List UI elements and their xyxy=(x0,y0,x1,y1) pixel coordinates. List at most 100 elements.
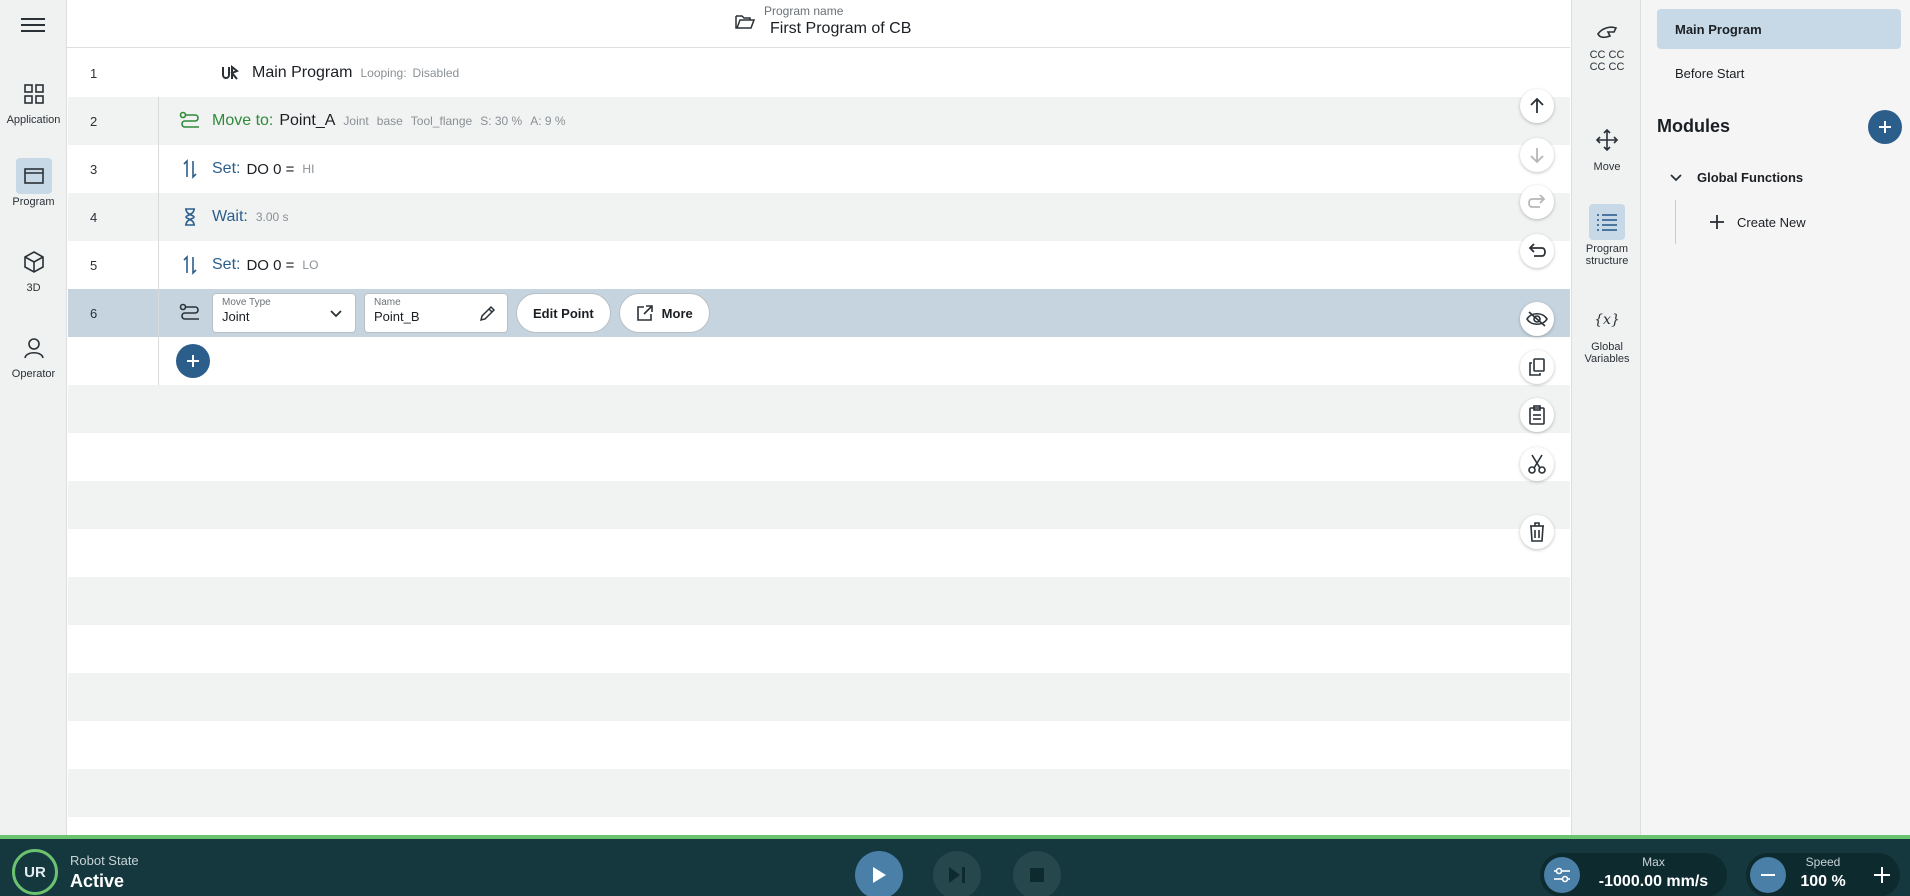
nav-3d[interactable]: 3D xyxy=(0,244,67,294)
program-row-move-b[interactable]: 6 Move Type Joint Name Point_B Edit Poin… xyxy=(68,289,1570,337)
toolbar-program-structure[interactable]: Program structure xyxy=(1572,204,1642,267)
more-label: More xyxy=(661,305,693,321)
empty-row xyxy=(68,673,1570,721)
program-row-set-lo[interactable]: 5 Set: DO 0 = LO xyxy=(68,241,1570,289)
more-button[interactable]: More xyxy=(618,293,710,333)
wait-keyword: Wait: xyxy=(212,208,248,225)
robot-state-value: Active xyxy=(70,871,125,891)
row-number: 5 xyxy=(90,257,98,273)
move-type-value: Joint xyxy=(222,309,250,324)
arrow-down-icon xyxy=(1530,148,1544,164)
speed-increase-button[interactable] xyxy=(1872,865,1892,890)
redo-button[interactable] xyxy=(1520,185,1554,219)
move-type-label: Move Type xyxy=(222,297,271,308)
empty-row xyxy=(68,769,1570,817)
toolbar-move-label: Move xyxy=(1593,161,1621,173)
max-label: Max xyxy=(1642,855,1665,869)
eye-off-icon xyxy=(1526,311,1548,327)
scissors-icon xyxy=(1528,454,1546,474)
stop-button[interactable] xyxy=(1013,851,1061,896)
global-functions-toggle[interactable]: Global Functions xyxy=(1669,170,1803,185)
ur-logo-icon[interactable]: UR xyxy=(12,849,58,895)
program-row-move-a[interactable]: 2 Move to: Point_A Joint base Tool_flang… xyxy=(68,97,1570,145)
move-up-button[interactable] xyxy=(1520,89,1554,123)
program-row-wait[interactable]: 4 Wait: 3.00 s xyxy=(68,193,1570,241)
program-title[interactable]: Program name First Program of CB xyxy=(764,4,911,38)
cube-icon xyxy=(16,244,52,280)
empty-row xyxy=(68,529,1570,577)
program-row-set-hi[interactable]: 3 Set: DO 0 = HI xyxy=(68,145,1570,193)
toolbar-freedrive-label: CC CC CC CC xyxy=(1589,49,1625,73)
undo-button[interactable] xyxy=(1520,234,1554,268)
speed-control[interactable]: Speed 100 % xyxy=(1746,853,1900,896)
folder-open-icon[interactable] xyxy=(735,12,756,35)
move-meta: S: 30 % xyxy=(480,114,523,128)
empty-row xyxy=(68,577,1570,625)
add-node-button[interactable] xyxy=(176,344,210,378)
paste-button[interactable] xyxy=(1520,398,1554,432)
move-meta: Tool_flange xyxy=(410,114,473,128)
ur-logo-icon xyxy=(218,61,242,85)
toolbar-freedrive[interactable]: CC CC CC CC xyxy=(1572,20,1642,73)
delete-button[interactable] xyxy=(1520,515,1554,549)
create-new-function[interactable]: Create New xyxy=(1709,214,1806,230)
empty-row xyxy=(68,433,1570,481)
redo-icon xyxy=(1528,194,1546,208)
empty-row xyxy=(68,385,1570,433)
row-number: 3 xyxy=(90,161,98,177)
set-keyword: Set: xyxy=(212,160,241,177)
step-button[interactable] xyxy=(933,851,981,896)
left-navigation: Application Program 3D Operator xyxy=(0,0,67,835)
program-row-main[interactable]: 1 Main Program Looping: Disabled xyxy=(68,49,1570,97)
undo-icon xyxy=(1528,243,1546,257)
suppress-button[interactable] xyxy=(1520,302,1554,336)
person-icon xyxy=(16,330,52,366)
external-link-icon xyxy=(636,304,654,322)
trash-icon xyxy=(1530,522,1544,542)
nav-operator[interactable]: Operator xyxy=(0,330,67,380)
empty-row xyxy=(68,817,1570,835)
set-target: DO 0 = xyxy=(246,160,295,178)
max-speed-control[interactable]: Max -1000.00 mm/s xyxy=(1540,853,1727,896)
nav-3d-label: 3D xyxy=(26,282,41,294)
arrow-up-icon xyxy=(1530,97,1544,113)
set-target: DO 0 = xyxy=(246,256,295,274)
looping-label: Looping: xyxy=(360,66,407,80)
hamburger-menu-icon[interactable] xyxy=(21,14,45,34)
max-value: -1000.00 mm/s xyxy=(1598,873,1709,890)
move-arrows-icon xyxy=(1589,122,1625,158)
nav-application[interactable]: Application xyxy=(0,76,67,126)
move-down-button[interactable] xyxy=(1520,138,1554,172)
list-icon xyxy=(1589,204,1625,240)
program-name: First Program of CB xyxy=(770,20,912,37)
stop-icon xyxy=(1030,868,1044,882)
play-button[interactable] xyxy=(855,851,903,896)
point-name-field[interactable]: Name Point_B xyxy=(364,293,508,333)
bottom-status-bar: UR Robot State Active Max -1000.00 mm/s … xyxy=(0,835,1910,896)
nav-program-label: Program xyxy=(12,196,55,208)
add-module-button[interactable] xyxy=(1868,110,1902,144)
edit-point-button[interactable]: Edit Point xyxy=(516,293,611,333)
cut-button[interactable] xyxy=(1520,447,1554,481)
copy-button[interactable] xyxy=(1520,350,1554,384)
empty-row xyxy=(68,481,1570,529)
move-meta: base xyxy=(376,114,403,128)
empty-row xyxy=(68,721,1570,769)
program-name-label: Program name xyxy=(764,4,844,18)
toolbar-move[interactable]: Move xyxy=(1572,122,1642,173)
set-value: HI xyxy=(302,162,315,176)
set-io-icon xyxy=(178,253,202,277)
nav-program[interactable]: Program xyxy=(0,158,67,208)
structure-before-start[interactable]: Before Start xyxy=(1657,53,1901,93)
structure-main-program[interactable]: Main Program xyxy=(1657,9,1901,49)
move-meta: A: 9 % xyxy=(530,114,566,128)
set-value: LO xyxy=(302,258,319,272)
pencil-icon[interactable] xyxy=(479,304,497,326)
clipboard-icon xyxy=(1529,405,1545,425)
variable-icon: {x} xyxy=(1594,312,1620,328)
move-type-dropdown[interactable]: Move Type Joint xyxy=(212,293,356,333)
main-program-title: Main Program xyxy=(252,64,353,81)
toolbar-global-variables[interactable]: {x} Global Variables xyxy=(1572,302,1642,365)
toolbar-program-structure-label: Program structure xyxy=(1585,243,1629,267)
global-functions-label: Global Functions xyxy=(1697,170,1804,185)
